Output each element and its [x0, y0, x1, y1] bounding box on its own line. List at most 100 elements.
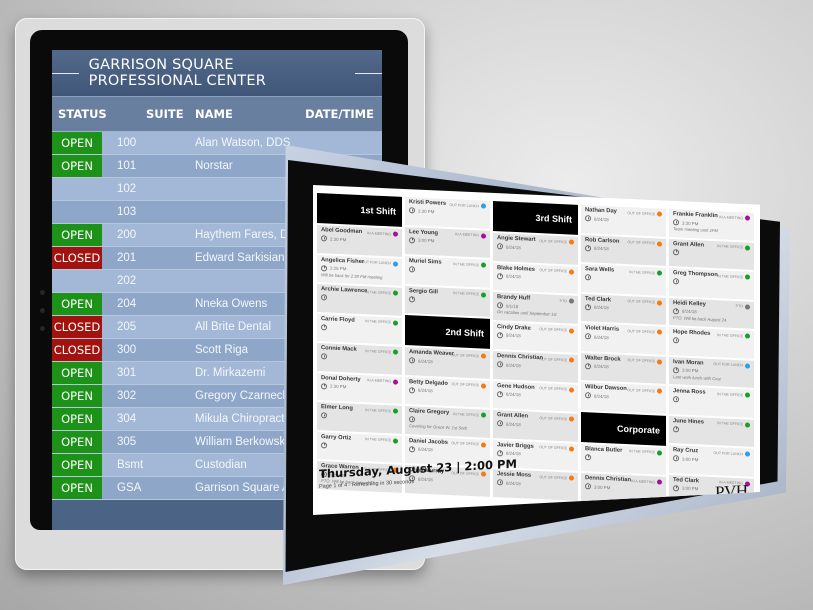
presence-label: OUT OF OFFICE [539, 386, 567, 392]
staff-card: Hope Rhodes IN THE OFFICE [669, 326, 754, 359]
return-time: 2:30 PM [330, 383, 347, 390]
staff-card: Elmer Long IN THE OFFICE [317, 402, 402, 434]
status-dot-icon [481, 232, 486, 239]
suite-number: 100 [117, 137, 137, 149]
status-time: 8/24/18 [497, 390, 574, 400]
presence-status: OUT OF OFFICE [451, 382, 486, 389]
staff-card: Heidi Kelley PTO 8/24/18 PTO. Will be back … [669, 297, 754, 329]
clock-icon [585, 333, 591, 340]
staff-card: Claire Gregory IN THE OFFICE Covering for … [405, 405, 490, 438]
presence-status: OUT OF OFFICE [627, 358, 662, 365]
staff-card: Walter Brock OUT OF OFFICE 8/24/18 [581, 352, 666, 384]
presence-status: IN THE OFFICE [453, 291, 486, 298]
staff-card: Angie Stewart OUT OF OFFICE 8/24/18 [493, 232, 578, 265]
suite-number: 301 [117, 367, 137, 379]
clock-icon [409, 266, 415, 273]
staff-card: Greg Thompson IN THE OFFICE [669, 267, 754, 300]
status-badge: OPEN [52, 362, 102, 384]
return-time: 3:00 PM [418, 237, 435, 244]
presence-status: OUT FOR LUNCH [362, 260, 398, 267]
staff-card: Grant Allen OUT OF OFFICE 8/24/18 [493, 409, 578, 442]
presence-status: OUT OF OFFICE [539, 238, 574, 245]
staff-card: Ted Clark OUT OF OFFICE 8/24/18 [581, 293, 666, 325]
status-dot-icon [481, 291, 486, 298]
return-time: 2:30 PM [330, 236, 347, 242]
return-time: 3:00 PM [682, 367, 699, 374]
presence-label: IN THE OFFICE [365, 407, 391, 413]
status-time [321, 441, 398, 451]
clock-icon [673, 278, 679, 285]
staff-column: Kristi Powers OUT FOR LUNCH 2:30 PM Lee You… [405, 196, 490, 501]
status-dot-icon [393, 319, 398, 326]
status-badge: OPEN [52, 477, 102, 499]
staff-card: Grant Allen IN THE OFFICE [669, 238, 754, 270]
status-time: 8/24/18 [585, 392, 662, 401]
return-time: 8/24/18 [506, 362, 521, 368]
status-dot-icon [393, 349, 398, 355]
status-time [673, 248, 750, 258]
status-dot-icon [745, 392, 750, 398]
presence-status: IN THE OFFICE [365, 348, 398, 355]
presence-status: IN A MEETING [631, 478, 662, 485]
staff-card: Sergio Gill IN THE OFFICE [405, 285, 490, 317]
staff-card: Jenna Ross IN THE OFFICE [669, 385, 754, 418]
presence-label: IN A MEETING [719, 214, 743, 220]
status-badge: OPEN [52, 454, 102, 476]
clock-icon [409, 207, 415, 214]
status-dot-icon [393, 408, 398, 414]
clock-icon [673, 248, 679, 255]
status-time: 8/24/18 [409, 386, 486, 396]
presence-label: IN THE OFFICE [453, 411, 479, 417]
shift-header: 2nd Shift [405, 314, 490, 349]
presence-label: OUT OF OFFICE [539, 445, 567, 451]
presence-label: IN THE OFFICE [717, 391, 743, 397]
presence-status: OUT FOR LUNCH [714, 362, 750, 369]
presence-label: IN A MEETING [367, 230, 391, 236]
status-dot-icon [393, 437, 398, 444]
status-dot-icon [481, 441, 486, 448]
status-badge [52, 270, 102, 292]
return-time: 8/24/18 [506, 480, 521, 486]
status-dot-icon [481, 412, 486, 418]
clock-icon [497, 420, 503, 427]
status-badge: OPEN [52, 155, 102, 177]
directory-row: OPEN 100 Alan Watson, DDS [52, 132, 382, 155]
presence-status: IN THE OFFICE [717, 391, 750, 398]
status-dot-icon [569, 327, 574, 334]
presence-status: IN THE OFFICE [717, 332, 750, 339]
status-time: 8/24/18 [497, 243, 574, 252]
presence-label: IN THE OFFICE [365, 289, 391, 295]
status-badge: OPEN [52, 224, 102, 246]
clock-icon [585, 244, 591, 251]
presence-status: OUT OF OFFICE [627, 387, 662, 394]
clock-icon [409, 357, 415, 364]
presence-label: IN THE OFFICE [717, 244, 743, 250]
staff-card: Wilbur Dawson OUT OF OFFICE 8/24/18 [581, 381, 666, 414]
clock-icon [409, 236, 415, 243]
staff-card: Lee Young IN A MEETING 3:00 PM [405, 226, 490, 258]
shift-header: Corporate [581, 411, 666, 446]
suite-number: 305 [117, 436, 137, 448]
status-dot-icon [657, 211, 662, 217]
status-time: 3:00 PM [585, 483, 662, 492]
status-time: 8/24/18 [497, 361, 574, 370]
presence-label: IN THE OFFICE [629, 269, 655, 275]
presence-status: OUT OF OFFICE [539, 386, 574, 393]
staff-card: Blake Holmes OUT OF OFFICE 8/24/18 [493, 262, 578, 294]
return-time: 8/24/18 [506, 421, 521, 427]
status-badge: CLOSED [52, 247, 102, 269]
return-time: 8/24/18 [594, 363, 609, 370]
clock-icon [673, 366, 679, 373]
presence-label: PTO [735, 304, 743, 309]
return-time: 8/24/18 [418, 387, 433, 394]
status-dot-icon [657, 240, 662, 247]
presence-label: OUT OF OFFICE [451, 382, 479, 388]
status-time [585, 274, 662, 283]
status-badge: OPEN [52, 132, 102, 154]
status-dot-icon [657, 358, 662, 365]
presence-status: OUT OF OFFICE [627, 210, 662, 217]
presence-status: IN THE OFFICE [717, 244, 750, 251]
status-dot-icon [569, 386, 574, 393]
presence-status: OUT OF OFFICE [451, 441, 486, 448]
presence-label: IN THE OFFICE [453, 261, 479, 267]
